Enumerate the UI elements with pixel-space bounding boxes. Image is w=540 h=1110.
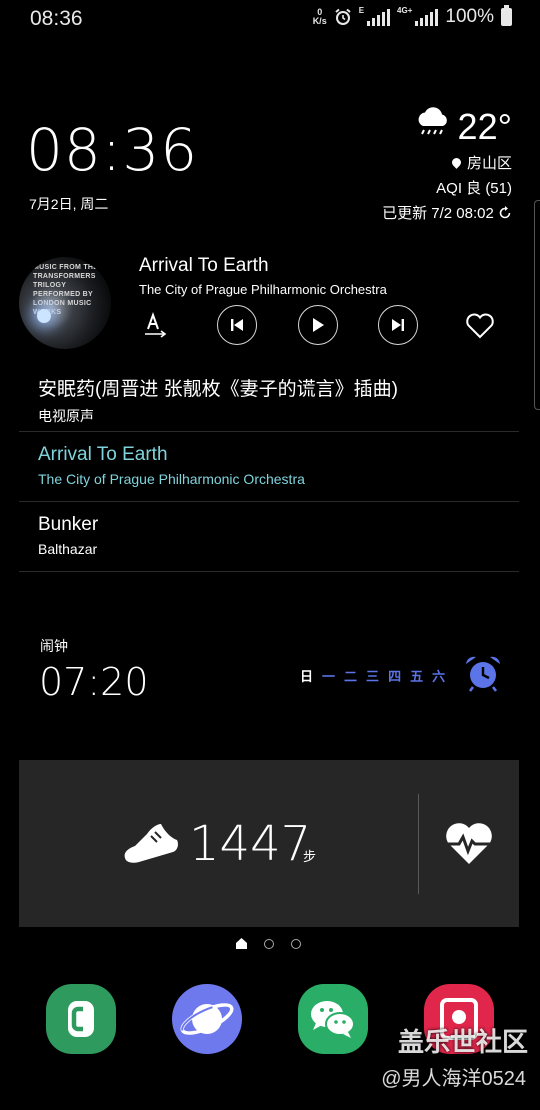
next-button[interactable] (378, 305, 418, 345)
weather-aqi: AQI 良 (51) (436, 180, 512, 197)
play-icon (313, 318, 324, 332)
next-icon (392, 319, 404, 331)
playlist-item-artist: The City of Prague Philharmonic Orchestr… (38, 471, 305, 487)
shoe-icon (124, 824, 178, 863)
alarm-day-tue: 二 (344, 669, 358, 684)
playlist-item-artist: 电视原声 (38, 408, 94, 424)
page-dot (264, 938, 274, 949)
lockscreen-clock: 08:36 (26, 116, 199, 184)
network-type-1: E (358, 6, 365, 15)
signal-icon-2 (415, 8, 439, 26)
page-dot (291, 938, 301, 949)
alarm-days: 日 一 二 三 四 五 六 (300, 666, 445, 685)
alarm-label: 闹钟 (40, 638, 68, 654)
battery-percent: 100% (445, 6, 494, 27)
signal-icon (367, 8, 391, 26)
playlist-item-title: 安眠药(周晋进 张靓枚《妻子的谎言》插曲) (38, 379, 398, 400)
status-time: 08:36 (30, 7, 83, 30)
heart-rate-icon[interactable] (444, 820, 494, 866)
playlist-item-active[interactable]: Arrival To Earth The City of Prague Phil… (19, 432, 519, 502)
playlist-item[interactable]: Bunker Balthazar (19, 502, 519, 572)
previous-icon (231, 319, 243, 331)
alarm-day-fri: 五 (410, 669, 424, 684)
edge-panel-handle[interactable] (534, 200, 540, 410)
phone-app-icon[interactable] (46, 984, 116, 1054)
rain-cloud-icon (418, 107, 447, 135)
alarm-day-sat: 六 (432, 669, 446, 684)
playlist-item-artist: Balthazar (38, 541, 98, 557)
previous-button[interactable] (217, 305, 257, 345)
step-count: 1447 (189, 816, 312, 872)
health-widget[interactable]: 1447 步 (19, 760, 519, 927)
network-speed: 0 K/s (312, 7, 327, 26)
favorite-icon[interactable] (465, 313, 495, 339)
playlist-item[interactable]: 安眠药(周晋进 张靓枚《妻子的谎言》插曲) 电视原声 (19, 362, 519, 432)
now-playing-title: Arrival To Earth (139, 255, 269, 276)
playlist-item-title: Bunker (38, 514, 99, 535)
page-indicator[interactable] (236, 938, 301, 949)
network-type-2: 4G+ (397, 6, 413, 15)
internet-app-icon[interactable] (172, 984, 242, 1054)
refresh-icon[interactable] (498, 206, 512, 220)
lockscreen-date: 7月2日, 周二 (29, 196, 109, 212)
wechat-app-icon[interactable] (298, 984, 368, 1054)
play-button[interactable] (298, 305, 338, 345)
alarm-day-thu: 四 (388, 669, 402, 684)
weather-temperature: 22° (457, 106, 512, 147)
watermark-site: 盖乐世社区 (397, 1027, 528, 1057)
alarm-day-mon: 一 (322, 669, 336, 684)
now-playing-artist: The City of Prague Philharmonic Orchestr… (139, 282, 387, 297)
alarm-day-sun: 日 (300, 669, 314, 684)
step-unit: 步 (303, 849, 317, 864)
status-icons: 0 K/s E 4G+ 100% (312, 5, 512, 28)
status-bar: 08:36 0 K/s E 4G+ 100% (0, 0, 540, 38)
music-controls (141, 305, 501, 347)
weather-updated: 已更新 7/2 08:02 (382, 202, 512, 223)
home-page-icon (236, 938, 247, 949)
divider (418, 794, 419, 894)
location-pin-icon (450, 156, 463, 169)
weather-location: 房山区 (382, 152, 512, 173)
watermark-user: @男人海洋0524 (381, 1068, 526, 1090)
battery-icon (501, 5, 512, 26)
lyrics-icon[interactable] (143, 311, 169, 339)
alarm-status-icon (335, 8, 351, 25)
playlist: 安眠药(周晋进 张靓枚《妻子的谎言》插曲) 电视原声 Arrival To Ea… (19, 362, 519, 572)
playlist-item-title: Arrival To Earth (38, 444, 168, 465)
alarm-clock-icon[interactable] (464, 654, 502, 692)
alarm-time[interactable]: 07:20 (39, 660, 149, 704)
weather-widget[interactable]: 22° 房山区 AQI 良 (51) 已更新 7/2 08:02 (382, 106, 512, 223)
alarm-day-wed: 三 (366, 669, 380, 684)
album-art: MUSIC FROM THE TRANSFORMERS TRILOGY PERF… (19, 257, 111, 349)
